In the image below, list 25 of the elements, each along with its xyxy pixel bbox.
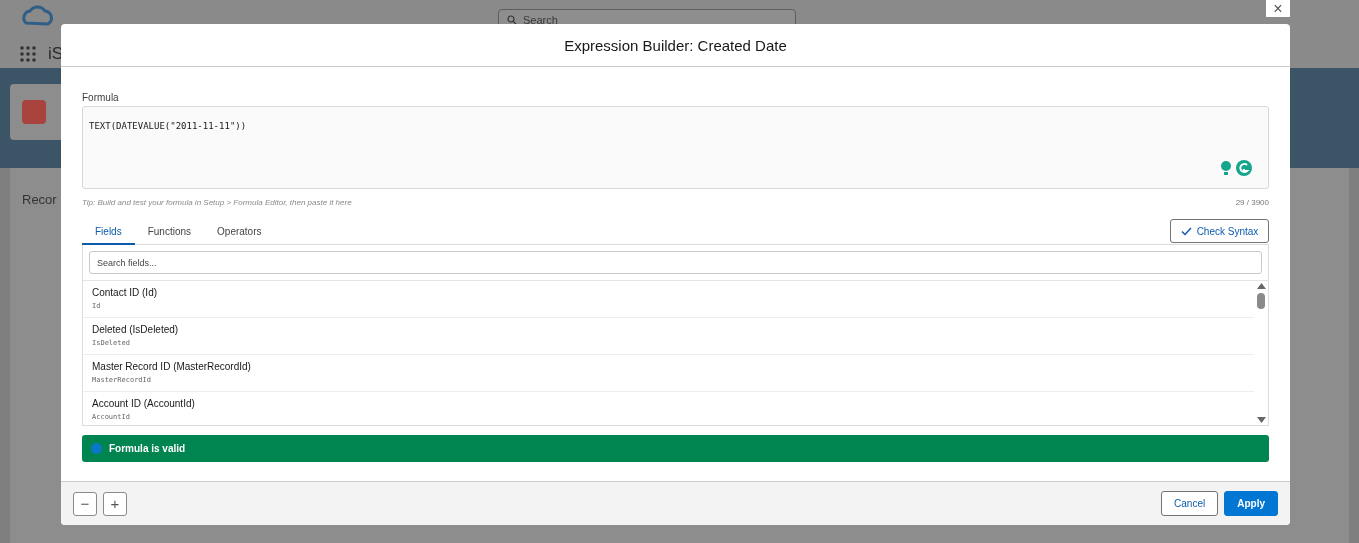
app-launcher-icon[interactable] [20,46,36,62]
tip-text: Tip: Build and test your formula in Setup > Formula Editor, then paste it here [82,198,352,207]
grammar-assistant-icon[interactable] [1218,158,1254,178]
tab[interactable]: Functions [134,226,205,245]
formula-label: Formula [82,92,120,103]
apply-button[interactable]: Apply [1224,491,1278,516]
tab[interactable]: Operators [204,226,275,245]
status-icon [91,443,102,454]
zoom-button[interactable]: + [103,491,127,516]
cancel-button[interactable]: Cancel [1161,491,1219,516]
check-syntax-button[interactable]: Check Syntax [1170,219,1269,243]
scroll-down-icon[interactable] [1256,417,1266,423]
character-count: 29 / 3900 [1235,198,1269,207]
dialog-title: Expression Builder: Created Date [564,36,787,54]
close-button[interactable]: × [1266,0,1290,17]
zoom-button[interactable]: − [73,491,97,516]
status-banner: Formula is valid [82,435,1269,462]
formula-input[interactable]: TEXT(DATEVALUE("2011-11-11")) [82,106,1269,189]
scroll-up-icon[interactable] [1256,283,1266,289]
search-icon [507,15,517,25]
search-fields-input[interactable]: Search fields... [89,251,1262,274]
check-icon [1180,226,1192,236]
record-tab[interactable]: Recor [22,192,57,207]
tab[interactable]: Fields [82,226,135,245]
scrollbar-thumb[interactable] [1257,293,1265,309]
